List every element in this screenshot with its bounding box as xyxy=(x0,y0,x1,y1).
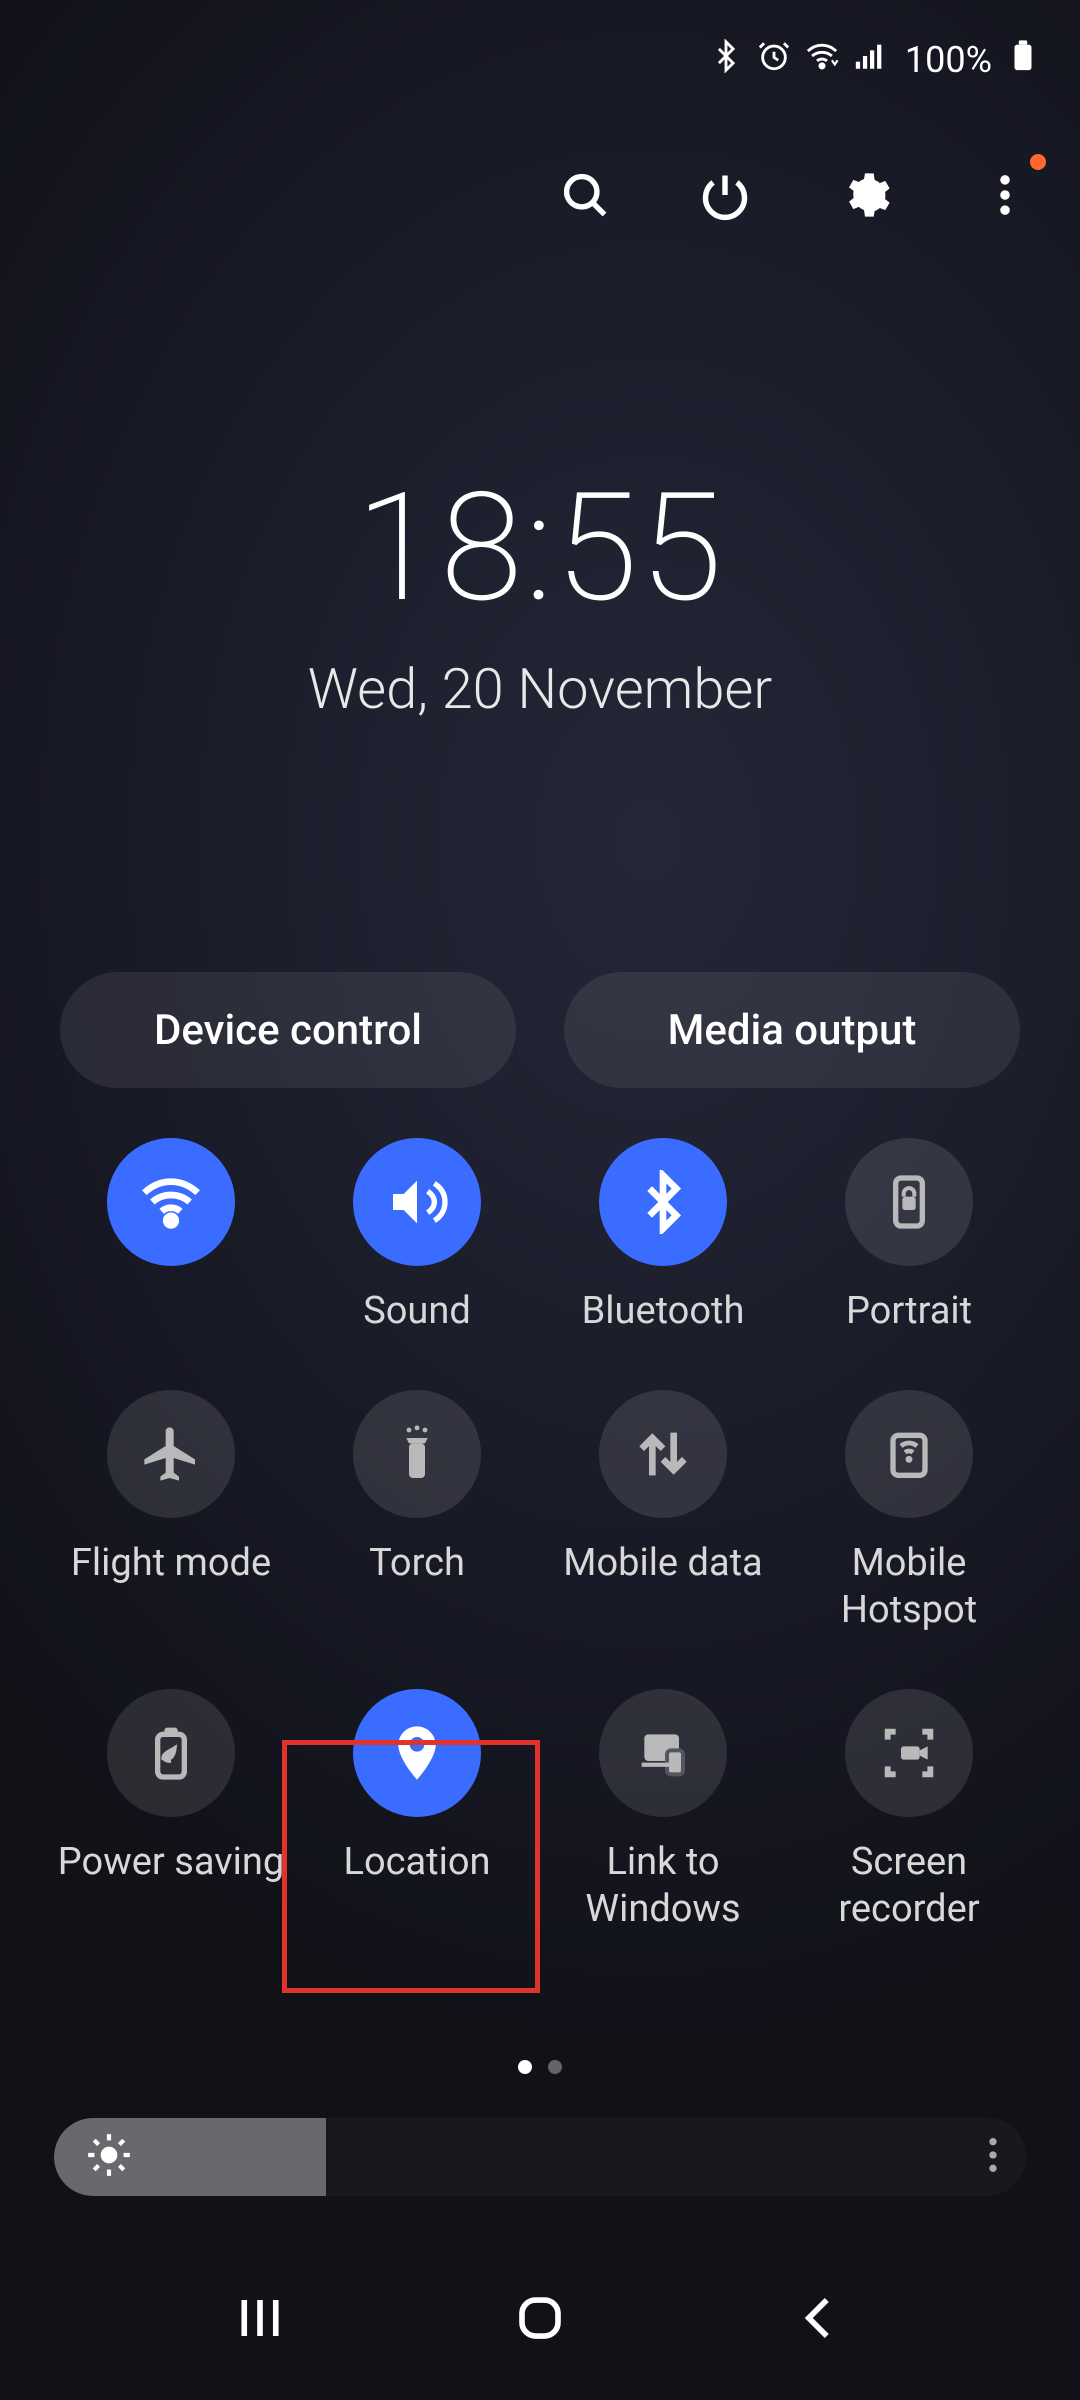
record-frame-icon xyxy=(845,1689,973,1817)
lock-rotation-icon xyxy=(845,1138,973,1266)
home-button[interactable] xyxy=(513,2291,567,2349)
tile-label: Location xyxy=(343,1839,490,1887)
tile-power-saving[interactable]: Power saving xyxy=(48,1689,294,1934)
device-control-button[interactable]: Device control xyxy=(60,972,516,1088)
media-output-button[interactable]: Media output xyxy=(564,972,1020,1088)
tile-label: Mobile data xyxy=(563,1540,762,1588)
tile-link-to-windows[interactable]: Link to Windows xyxy=(540,1689,786,1934)
pill-label: Media output xyxy=(668,1006,917,1055)
tile-mobile-data[interactable]: Mobile data xyxy=(540,1390,786,1635)
pin-icon xyxy=(353,1689,481,1817)
tile-label: Link to Windows xyxy=(548,1839,778,1934)
tile-label: Portrait xyxy=(846,1288,972,1336)
flashlight-icon xyxy=(353,1390,481,1518)
navigation-bar xyxy=(0,2270,1080,2370)
search-button[interactable] xyxy=(550,160,620,230)
wifi-icon xyxy=(107,1138,235,1266)
tile-sound[interactable]: Sound xyxy=(294,1138,540,1336)
hotspot-icon xyxy=(845,1390,973,1518)
tile-label: Sound xyxy=(363,1288,471,1336)
brightness-fill xyxy=(54,2118,326,2196)
volume-icon xyxy=(353,1138,481,1266)
bluetooth-icon xyxy=(599,1138,727,1266)
page-dot xyxy=(548,2060,562,2074)
tile-location[interactable]: Location xyxy=(294,1689,540,1934)
tile-wifi[interactable] xyxy=(48,1138,294,1336)
battery-status-icon xyxy=(1006,39,1040,82)
recents-button[interactable] xyxy=(233,2291,287,2349)
bluetooth-status-icon xyxy=(709,39,743,82)
tile-rotation[interactable]: Portrait xyxy=(786,1138,1032,1336)
clock: 18:55 Wed, 20 November xyxy=(0,460,1080,722)
tile-label: Screen recorder xyxy=(794,1839,1024,1934)
pill-label: Device control xyxy=(154,1006,422,1055)
header-actions xyxy=(550,160,1040,230)
notification-dot-icon xyxy=(1030,154,1046,170)
tile-label: Flight mode xyxy=(71,1540,271,1588)
tile-label: Bluetooth xyxy=(582,1288,745,1336)
sun-icon xyxy=(84,2130,134,2184)
quick-settings-grid: Sound Bluetooth Portrait Flight mode Tor xyxy=(48,1138,1032,1934)
status-bar: 100% xyxy=(0,0,1080,120)
clock-date: Wed, 20 November xyxy=(0,656,1080,722)
airplane-icon xyxy=(107,1390,235,1518)
pagination-dots[interactable] xyxy=(0,2060,1080,2074)
shortcut-pills: Device control Media output xyxy=(60,972,1020,1088)
tile-label: Power saving xyxy=(58,1839,284,1887)
brightness-slider[interactable] xyxy=(54,2118,1026,2196)
tile-flight-mode[interactable]: Flight mode xyxy=(48,1390,294,1635)
data-arrows-icon xyxy=(599,1390,727,1518)
tile-label: Mobile Hotspot xyxy=(794,1540,1024,1635)
power-button[interactable] xyxy=(690,160,760,230)
back-button[interactable] xyxy=(793,2291,847,2349)
tile-torch[interactable]: Torch xyxy=(294,1390,540,1635)
settings-button[interactable] xyxy=(830,160,900,230)
tile-mobile-hotspot[interactable]: Mobile Hotspot xyxy=(786,1390,1032,1635)
page-dot xyxy=(518,2060,532,2074)
brightness-more-button[interactable] xyxy=(988,2135,998,2179)
tile-label: Torch xyxy=(369,1540,465,1588)
alarm-status-icon xyxy=(757,39,791,82)
windows-link-icon xyxy=(599,1689,727,1817)
more-button[interactable] xyxy=(970,160,1040,230)
battery-leaf-icon xyxy=(107,1689,235,1817)
battery-percentage: 100% xyxy=(905,39,992,81)
clock-time: 18:55 xyxy=(0,460,1080,636)
wifi-status-icon xyxy=(805,39,839,82)
signal-status-icon xyxy=(853,39,887,82)
tile-screen-recorder[interactable]: Screen recorder xyxy=(786,1689,1032,1934)
tile-bluetooth[interactable]: Bluetooth xyxy=(540,1138,786,1336)
